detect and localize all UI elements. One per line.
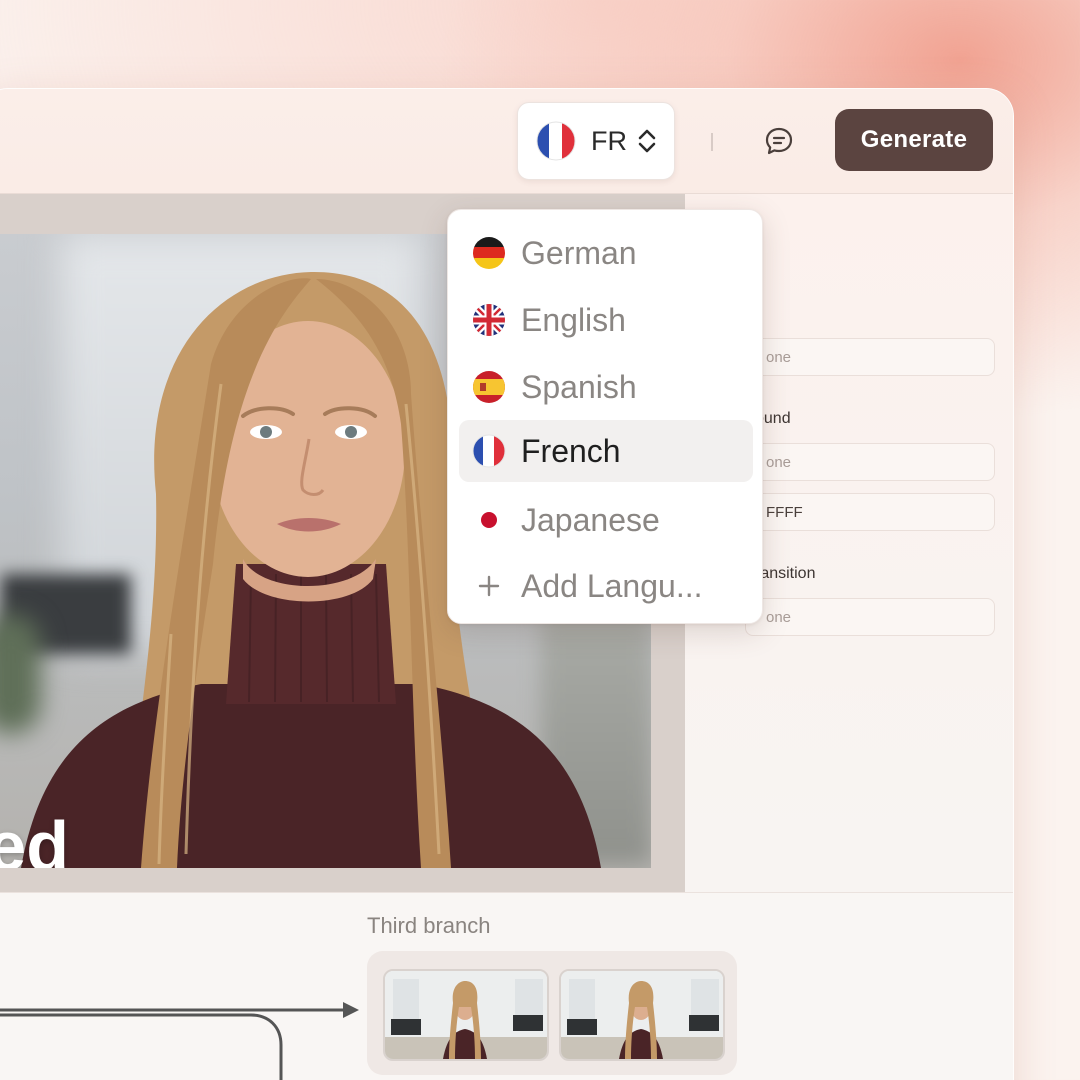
background-field[interactable]: one: [745, 443, 995, 481]
flag-france-icon: [472, 434, 506, 468]
flag-germany-icon: [473, 237, 505, 269]
property-field-1[interactable]: one: [745, 338, 995, 376]
overlay-title: ed an: [0, 802, 69, 868]
scene-thumbnail-2[interactable]: [559, 969, 725, 1061]
flag-uk-icon: [473, 304, 505, 336]
overlay-title-line1: ed: [0, 807, 69, 868]
top-toolbar: FR Generate: [0, 89, 1013, 194]
language-code: FR: [591, 125, 627, 156]
flag-france-icon: [536, 121, 576, 161]
flag-japan-icon: [473, 504, 505, 536]
transition-field-value: one: [766, 608, 792, 626]
chat-bubble-icon[interactable]: [763, 125, 795, 157]
thumbnail-image: [561, 971, 723, 1059]
flag-spain-icon: [473, 371, 505, 403]
menu-item-french[interactable]: French: [459, 420, 753, 482]
menu-item-german[interactable]: German: [459, 222, 753, 284]
transition-label: ransition: [755, 565, 816, 582]
language-dropdown-menu: German English Spanish French Japanese A…: [447, 209, 763, 624]
branch-connector-lines: [0, 1002, 359, 1080]
menu-item-label: Add Langu...: [521, 567, 703, 604]
chevron-up-down-icon: [638, 129, 656, 153]
toolbar-divider: [711, 133, 713, 151]
language-selector[interactable]: FR: [517, 102, 675, 180]
menu-item-label: Japanese: [521, 501, 660, 538]
menu-item-add-language[interactable]: Add Langu...: [459, 555, 753, 617]
transition-field[interactable]: one: [745, 598, 995, 636]
menu-item-label: German: [521, 234, 637, 271]
background-field-value: one: [766, 453, 792, 471]
thumbnail-image: [385, 971, 547, 1059]
color-hex-value: FFFF: [766, 503, 803, 521]
generate-button[interactable]: Generate: [835, 109, 993, 171]
menu-item-label: French: [521, 432, 621, 469]
menu-item-japanese[interactable]: Japanese: [459, 489, 753, 551]
branch-label: Third branch: [367, 913, 491, 938]
branch-card[interactable]: [367, 951, 737, 1075]
scene-thumbnail-1[interactable]: [383, 969, 549, 1061]
plus-icon: [478, 575, 500, 597]
menu-item-english[interactable]: English: [459, 289, 753, 351]
menu-item-spanish[interactable]: Spanish: [459, 356, 753, 418]
color-hex-field[interactable]: FFFF: [745, 493, 995, 531]
property-field-1-value: one: [766, 348, 792, 366]
menu-item-label: English: [521, 301, 626, 338]
menu-item-label: Spanish: [521, 368, 637, 405]
